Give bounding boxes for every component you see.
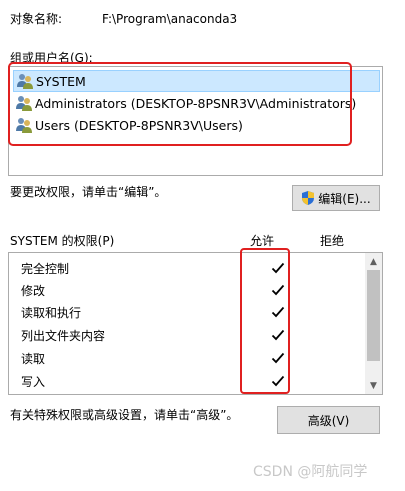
permission-name: 写入 [21,374,46,389]
object-name-label: 对象名称: [10,12,63,26]
permission-row: 写入 [21,370,361,392]
permissions-scrollbar[interactable]: ▲ ▼ [365,253,382,394]
advanced-button[interactable]: 高级(V) [277,406,380,434]
permission-name: 列出文件夹内容 [21,328,106,343]
watermark: CSDN @阿航同学 [253,464,368,480]
permission-name: 读取和执行 [21,305,82,320]
permission-row: 完全控制 [21,257,361,279]
edit-button[interactable]: 编辑(E)... [292,185,380,211]
scrollbar-thumb[interactable] [367,270,380,361]
deny-column-header: 拒绝 [320,234,345,248]
edit-button-label: 编辑(E)... [318,191,371,206]
permission-row: 读取和执行 [21,301,361,323]
scroll-down-icon[interactable]: ▼ [365,377,382,394]
object-name-value: F:\Program\anaconda3 [102,12,238,26]
permission-name: 读取 [21,351,46,366]
permissions-list[interactable]: 完全控制 修改 读取和执行 列出文件夹内容 读取 写入 ▲ ▼ [8,252,383,395]
permissions-header: SYSTEM 的权限(P) [10,234,115,248]
scroll-up-icon[interactable]: ▲ [365,253,382,270]
edit-hint: 要更改权限，请单击“编辑”。 [10,185,167,199]
advanced-hint: 有关特殊权限或高级设置，请单击“高级”。 [10,408,239,422]
permission-row: 读取 [21,347,361,369]
annotation-box-allow [240,248,290,394]
annotation-box-users [8,62,352,146]
permission-row: 修改 [21,279,361,301]
permission-name: 完全控制 [21,261,70,276]
allow-column-header: 允许 [250,234,275,248]
advanced-button-label: 高级(V) [307,413,350,428]
permission-row: 列出文件夹内容 [21,324,361,346]
permission-name: 修改 [21,283,46,298]
uac-shield-icon [301,191,315,205]
